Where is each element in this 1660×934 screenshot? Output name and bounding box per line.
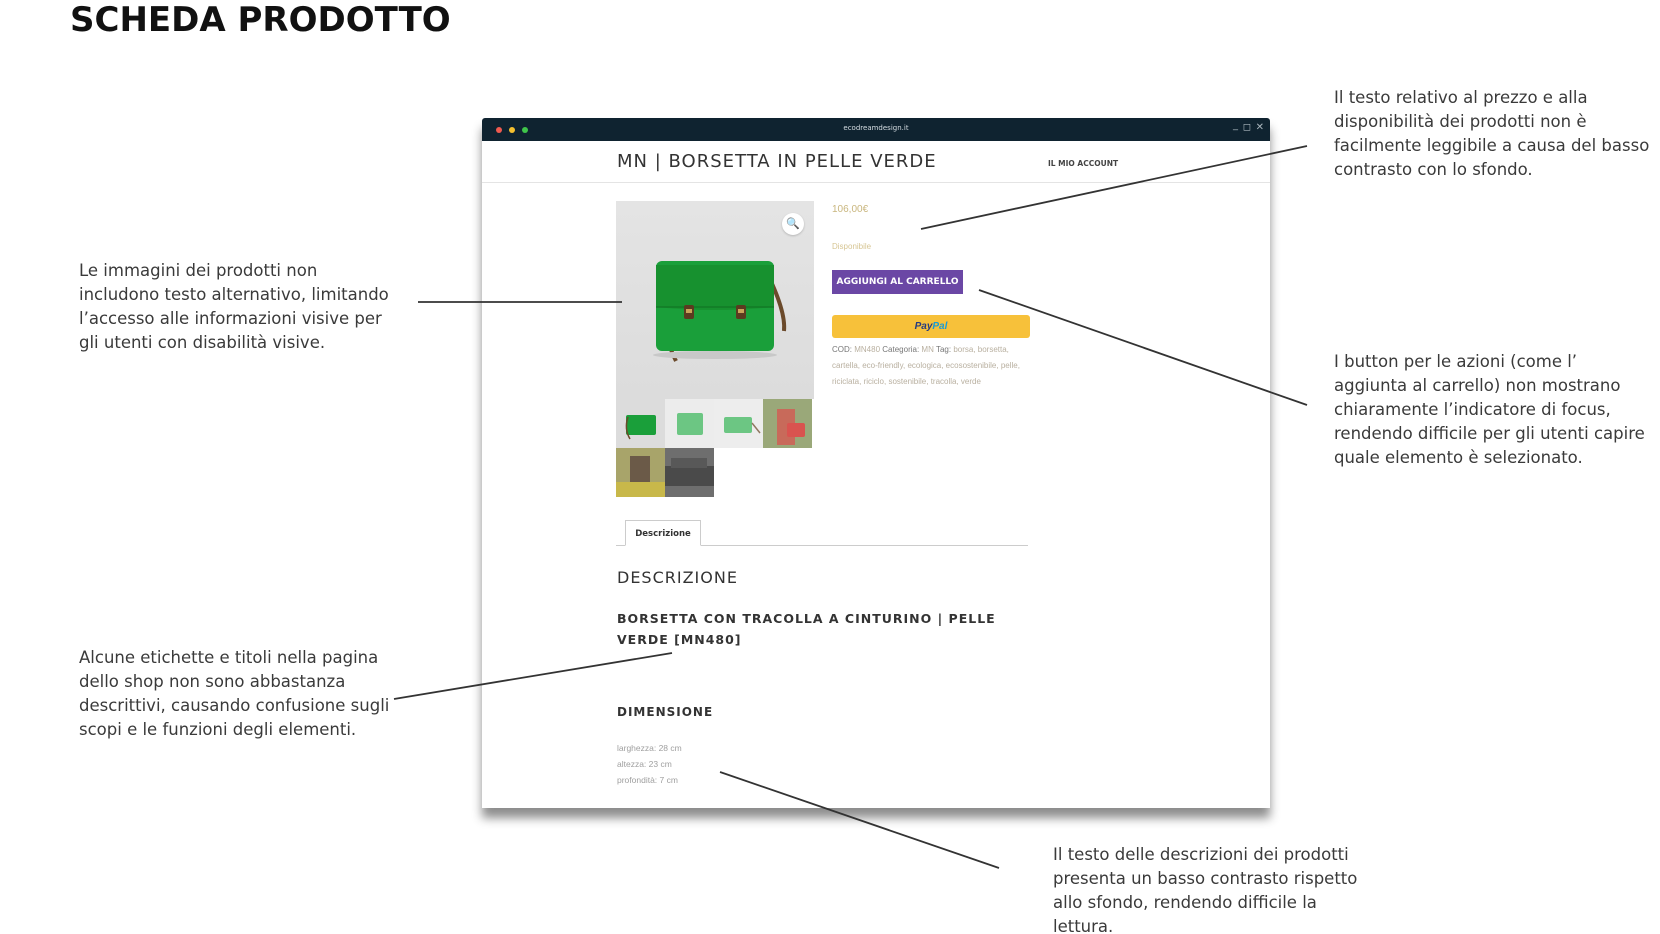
callout-line-price [920, 145, 1308, 230]
callout-line-labels [393, 652, 673, 700]
callout-line-buttons [978, 289, 1308, 406]
callout-lines [393, 145, 1308, 869]
callout-line-description [719, 771, 1000, 869]
